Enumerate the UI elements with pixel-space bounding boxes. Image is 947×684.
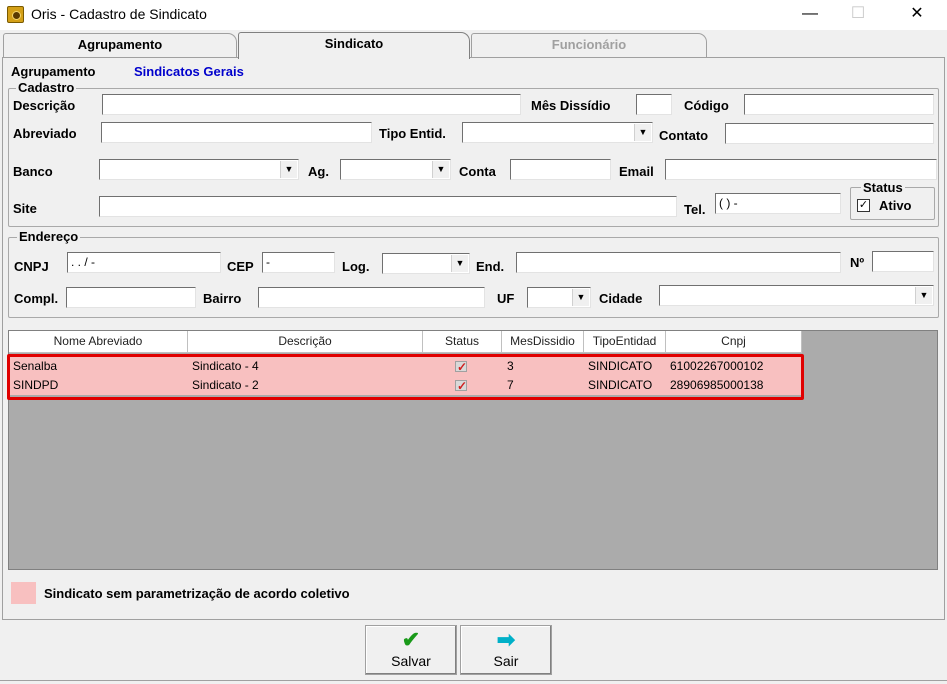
numero-label: Nº <box>850 255 865 270</box>
ativo-checkbox[interactable]: ✓ <box>857 199 870 212</box>
banco-label: Banco <box>13 164 53 179</box>
status-legend: Status <box>861 180 905 195</box>
banco-select[interactable]: ▼ <box>99 159 299 180</box>
maximize-button[interactable]: ☐ <box>835 0 881 30</box>
bairro-label: Bairro <box>203 291 242 306</box>
cadastro-legend: Cadastro <box>16 80 77 95</box>
sindicatos-grid[interactable]: Nome Abreviado Descrição Status MesDissi… <box>8 330 938 570</box>
chevron-down-icon[interactable]: ▼ <box>634 124 651 141</box>
email-label: Email <box>619 164 654 179</box>
end-input[interactable] <box>516 252 841 273</box>
tel-input[interactable]: ( ) - <box>715 193 841 214</box>
column-header-nome[interactable]: Nome Abreviado <box>9 331 188 353</box>
abreviado-input[interactable] <box>101 122 372 143</box>
compl-label: Compl. <box>14 291 59 306</box>
end-label: End. <box>476 259 505 274</box>
tel-label: Tel. <box>684 202 706 217</box>
close-button[interactable]: ✕ <box>894 0 940 30</box>
salvar-label: Salvar <box>391 653 431 669</box>
mes-dissidio-label: Mês Dissídio <box>531 98 611 113</box>
sair-button[interactable]: ➡ Sair <box>460 625 552 675</box>
legend-note: Sindicato sem parametrização de acordo c… <box>44 586 350 601</box>
uf-label: UF <box>497 291 515 306</box>
endereco-legend: Endereço <box>17 229 81 244</box>
codigo-label: Código <box>684 98 729 113</box>
divider <box>0 680 947 681</box>
uf-select[interactable]: ▼ <box>527 287 591 308</box>
tab-funcionario[interactable]: Funcionário <box>471 33 707 57</box>
cep-label: CEP <box>227 259 254 274</box>
cell-nome: Senalba <box>13 359 58 373</box>
salvar-button[interactable]: ✔ Salvar <box>365 625 457 675</box>
chevron-down-icon[interactable]: ▼ <box>572 289 589 306</box>
ag-select[interactable]: ▼ <box>340 159 451 180</box>
codigo-input[interactable] <box>744 94 934 115</box>
ag-label: Ag. <box>308 164 329 179</box>
chevron-down-icon[interactable]: ▼ <box>451 255 468 272</box>
cell-mesdissidio: 7 <box>507 378 514 392</box>
column-header-cnpj[interactable]: Cnpj <box>666 331 802 353</box>
cell-cnpj: 61002267000102 <box>670 359 764 373</box>
cell-descricao: Sindicato - 2 <box>192 378 259 392</box>
cnpj-label: CNPJ <box>14 259 49 274</box>
column-header-descricao[interactable]: Descrição <box>188 331 423 353</box>
tipo-entid-label: Tipo Entid. <box>379 126 446 141</box>
mes-dissidio-input[interactable] <box>636 94 672 115</box>
tipo-entid-select[interactable]: ▼ <box>462 122 653 143</box>
legend-color-swatch <box>11 582 36 604</box>
cell-cnpj: 28906985000138 <box>670 378 764 392</box>
cell-nome: SINDPD <box>13 378 59 392</box>
chevron-down-icon[interactable]: ▼ <box>432 161 449 178</box>
contato-label: Contato <box>659 128 709 143</box>
tab-agrupamento[interactable]: Agrupamento <box>3 33 237 57</box>
agrupamento-value: Sindicatos Gerais <box>134 64 244 79</box>
minimize-button[interactable]: — <box>787 0 833 30</box>
table-row[interactable]: Senalba Sindicato - 4 3 SINDICATO 610022… <box>9 357 802 377</box>
cidade-select[interactable]: ▼ <box>659 285 934 306</box>
site-label: Site <box>13 201 37 216</box>
tab-sindicato[interactable]: Sindicato <box>238 32 470 59</box>
site-input[interactable] <box>99 196 677 217</box>
descricao-label: Descrição <box>13 98 76 113</box>
table-row[interactable]: SINDPD Sindicato - 2 7 SINDICATO 2890698… <box>9 376 802 396</box>
conta-input[interactable] <box>510 159 611 180</box>
chevron-down-icon[interactable]: ▼ <box>280 161 297 178</box>
contato-input[interactable] <box>725 123 934 144</box>
status-check-icon <box>455 358 467 377</box>
cell-tipoentidad: SINDICATO <box>588 359 653 373</box>
abreviado-label: Abreviado <box>13 126 77 141</box>
ativo-label: Ativo <box>879 198 912 213</box>
chevron-down-icon[interactable]: ▼ <box>915 287 932 304</box>
cep-input[interactable]: - <box>262 252 335 273</box>
column-header-mesdissidio[interactable]: MesDissidio <box>502 331 584 353</box>
status-check-icon <box>455 377 467 396</box>
conta-label: Conta <box>459 164 496 179</box>
numero-input[interactable] <box>872 251 934 272</box>
bairro-input[interactable] <box>258 287 485 308</box>
email-input[interactable] <box>665 159 937 180</box>
app-icon <box>7 6 24 23</box>
window-title: Oris - Cadastro de Sindicato <box>31 6 207 22</box>
log-select[interactable]: ▼ <box>382 253 470 274</box>
cell-mesdissidio: 3 <box>507 359 514 373</box>
column-header-tipoentidad[interactable]: TipoEntidad <box>584 331 666 353</box>
sair-label: Sair <box>493 653 519 669</box>
cnpj-input[interactable]: . . / - <box>67 252 221 273</box>
cidade-label: Cidade <box>599 291 643 306</box>
descricao-input[interactable] <box>102 94 521 115</box>
log-label: Log. <box>342 259 370 274</box>
agrupamento-label: Agrupamento <box>11 64 96 79</box>
green-check-icon: ✔ <box>401 627 421 652</box>
column-header-status[interactable]: Status <box>423 331 502 353</box>
cell-descricao: Sindicato - 4 <box>192 359 259 373</box>
arrow-right-icon: ➡ <box>496 627 516 652</box>
compl-input[interactable] <box>66 287 196 308</box>
cell-tipoentidad: SINDICATO <box>588 378 653 392</box>
